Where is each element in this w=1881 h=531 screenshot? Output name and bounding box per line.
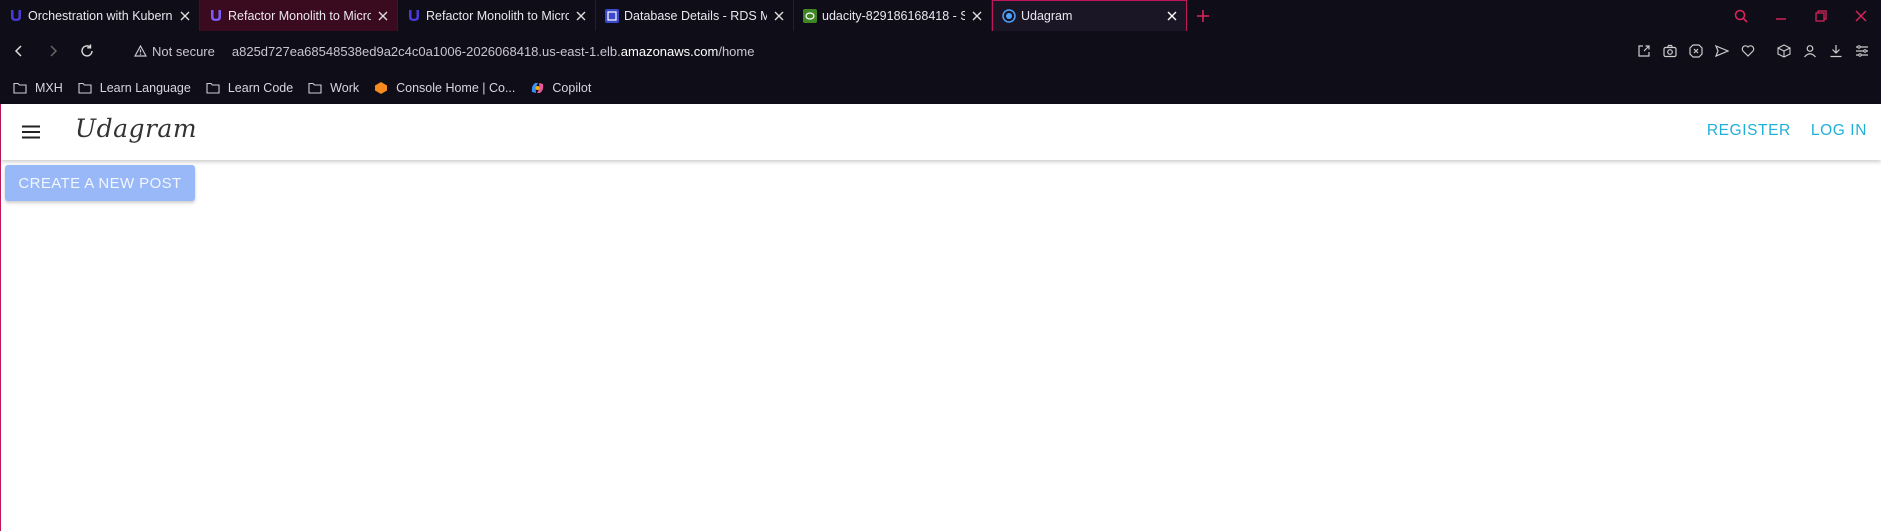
close-icon[interactable] [771, 8, 787, 24]
s3-icon [802, 8, 818, 24]
minimize-button[interactable] [1761, 0, 1801, 31]
url-field[interactable]: a825d727ea68548538ed9a2c4c0a1006-2026068… [232, 44, 755, 59]
browser-chrome: Orchestration with Kuberne Refactor Mono… [0, 0, 1881, 104]
close-icon[interactable] [177, 8, 193, 24]
restore-button[interactable] [1801, 0, 1841, 31]
close-icon[interactable] [573, 8, 589, 24]
bookmark-link[interactable]: Copilot [529, 80, 591, 96]
address-bar: Not secure a825d727ea68548538ed9a2c4c0a1… [0, 31, 1881, 71]
register-link[interactable]: REGISTER [1707, 122, 1791, 140]
warning-icon [134, 45, 147, 57]
bookmark-label: Work [330, 80, 360, 95]
bookmark-label: Learn Language [99, 80, 191, 95]
auth-nav: REGISTER LOG IN [1687, 122, 1867, 140]
share-icon[interactable] [1631, 38, 1657, 64]
download-icon[interactable] [1823, 38, 1849, 64]
tab-label: Orchestration with Kuberne [28, 8, 173, 23]
security-indicator[interactable]: Not secure [134, 44, 215, 59]
bookmark-label: MXH [35, 80, 63, 95]
udacity-icon [208, 8, 224, 24]
bookmark-folder[interactable]: Learn Code [205, 80, 293, 96]
app-brand[interactable]: Udagram [75, 114, 197, 143]
window-controls [1721, 0, 1881, 31]
tab[interactable]: Refactor Monolith to Micro [200, 0, 398, 31]
folder-icon [77, 80, 93, 96]
copilot-icon [529, 80, 545, 96]
folder-icon [12, 80, 28, 96]
tab-label: Refactor Monolith to Micro [426, 8, 569, 23]
bookmark-folder[interactable]: Learn Language [77, 80, 191, 96]
tab-label: Refactor Monolith to Micro [228, 8, 371, 23]
rds-icon [604, 8, 620, 24]
aws-icon [373, 80, 389, 96]
web-page: Udagram REGISTER LOG IN CREATE A NEW POS… [0, 104, 1881, 531]
forward-button[interactable] [38, 36, 68, 66]
url-path: /home [718, 43, 755, 59]
cube-icon[interactable] [1771, 38, 1797, 64]
url-domain: amazonaws.com [620, 43, 719, 59]
bookmark-label: Console Home | Co... [396, 80, 516, 95]
close-window-button[interactable] [1841, 0, 1881, 31]
close-icon[interactable] [969, 8, 985, 24]
folder-icon [205, 80, 221, 96]
reload-button[interactable] [72, 36, 102, 66]
address-bar-actions [1631, 31, 1875, 71]
udacity-icon [406, 8, 422, 24]
bookmark-folder[interactable]: Work [307, 80, 359, 96]
folder-icon [307, 80, 323, 96]
create-post-button[interactable]: CREATE A NEW POST [5, 165, 195, 201]
close-icon[interactable] [375, 8, 391, 24]
search-icon[interactable] [1721, 0, 1761, 31]
bookmark-folder[interactable]: MXH [12, 80, 63, 96]
tab-label: udacity-829186168418 - S3 [822, 8, 965, 23]
send-icon[interactable] [1709, 38, 1735, 64]
hamburger-menu-button[interactable] [15, 118, 47, 146]
login-link[interactable]: LOG IN [1811, 122, 1867, 140]
tab[interactable]: Refactor Monolith to Micro [398, 0, 596, 31]
udacity-icon [8, 8, 24, 24]
tab-active[interactable]: Udagram [992, 0, 1187, 31]
udagram-icon [1001, 8, 1017, 24]
bookmark-link[interactable]: Console Home | Co... [373, 80, 515, 96]
tab-label: Udagram [1021, 9, 1073, 23]
app-toolbar: Udagram REGISTER LOG IN [1, 104, 1881, 160]
heart-icon[interactable] [1735, 38, 1761, 64]
new-tab-button[interactable] [1187, 0, 1219, 31]
tab-label: Database Details - RDS Ma [624, 8, 767, 23]
tab[interactable]: Orchestration with Kuberne [0, 0, 200, 31]
tab[interactable]: udacity-829186168418 - S3 [794, 0, 992, 31]
tab-strip: Orchestration with Kuberne Refactor Mono… [0, 0, 1881, 31]
menu-icon [22, 125, 40, 139]
bookmark-label: Copilot [552, 80, 592, 95]
security-label: Not secure [152, 43, 215, 59]
block-icon[interactable] [1683, 38, 1709, 64]
bookmarks-bar: MXH Learn Language Learn Code Work Conso… [0, 71, 1881, 104]
tab[interactable]: Database Details - RDS Ma [596, 0, 794, 31]
close-icon[interactable] [1164, 8, 1180, 24]
menu-icon[interactable] [1849, 38, 1875, 64]
profile-icon[interactable] [1797, 38, 1823, 64]
camera-icon[interactable] [1657, 38, 1683, 64]
url-prefix: a825d727ea68548538ed9a2c4c0a1006-2026068… [231, 43, 621, 59]
bookmark-label: Learn Code [227, 80, 294, 95]
back-button[interactable] [4, 36, 34, 66]
